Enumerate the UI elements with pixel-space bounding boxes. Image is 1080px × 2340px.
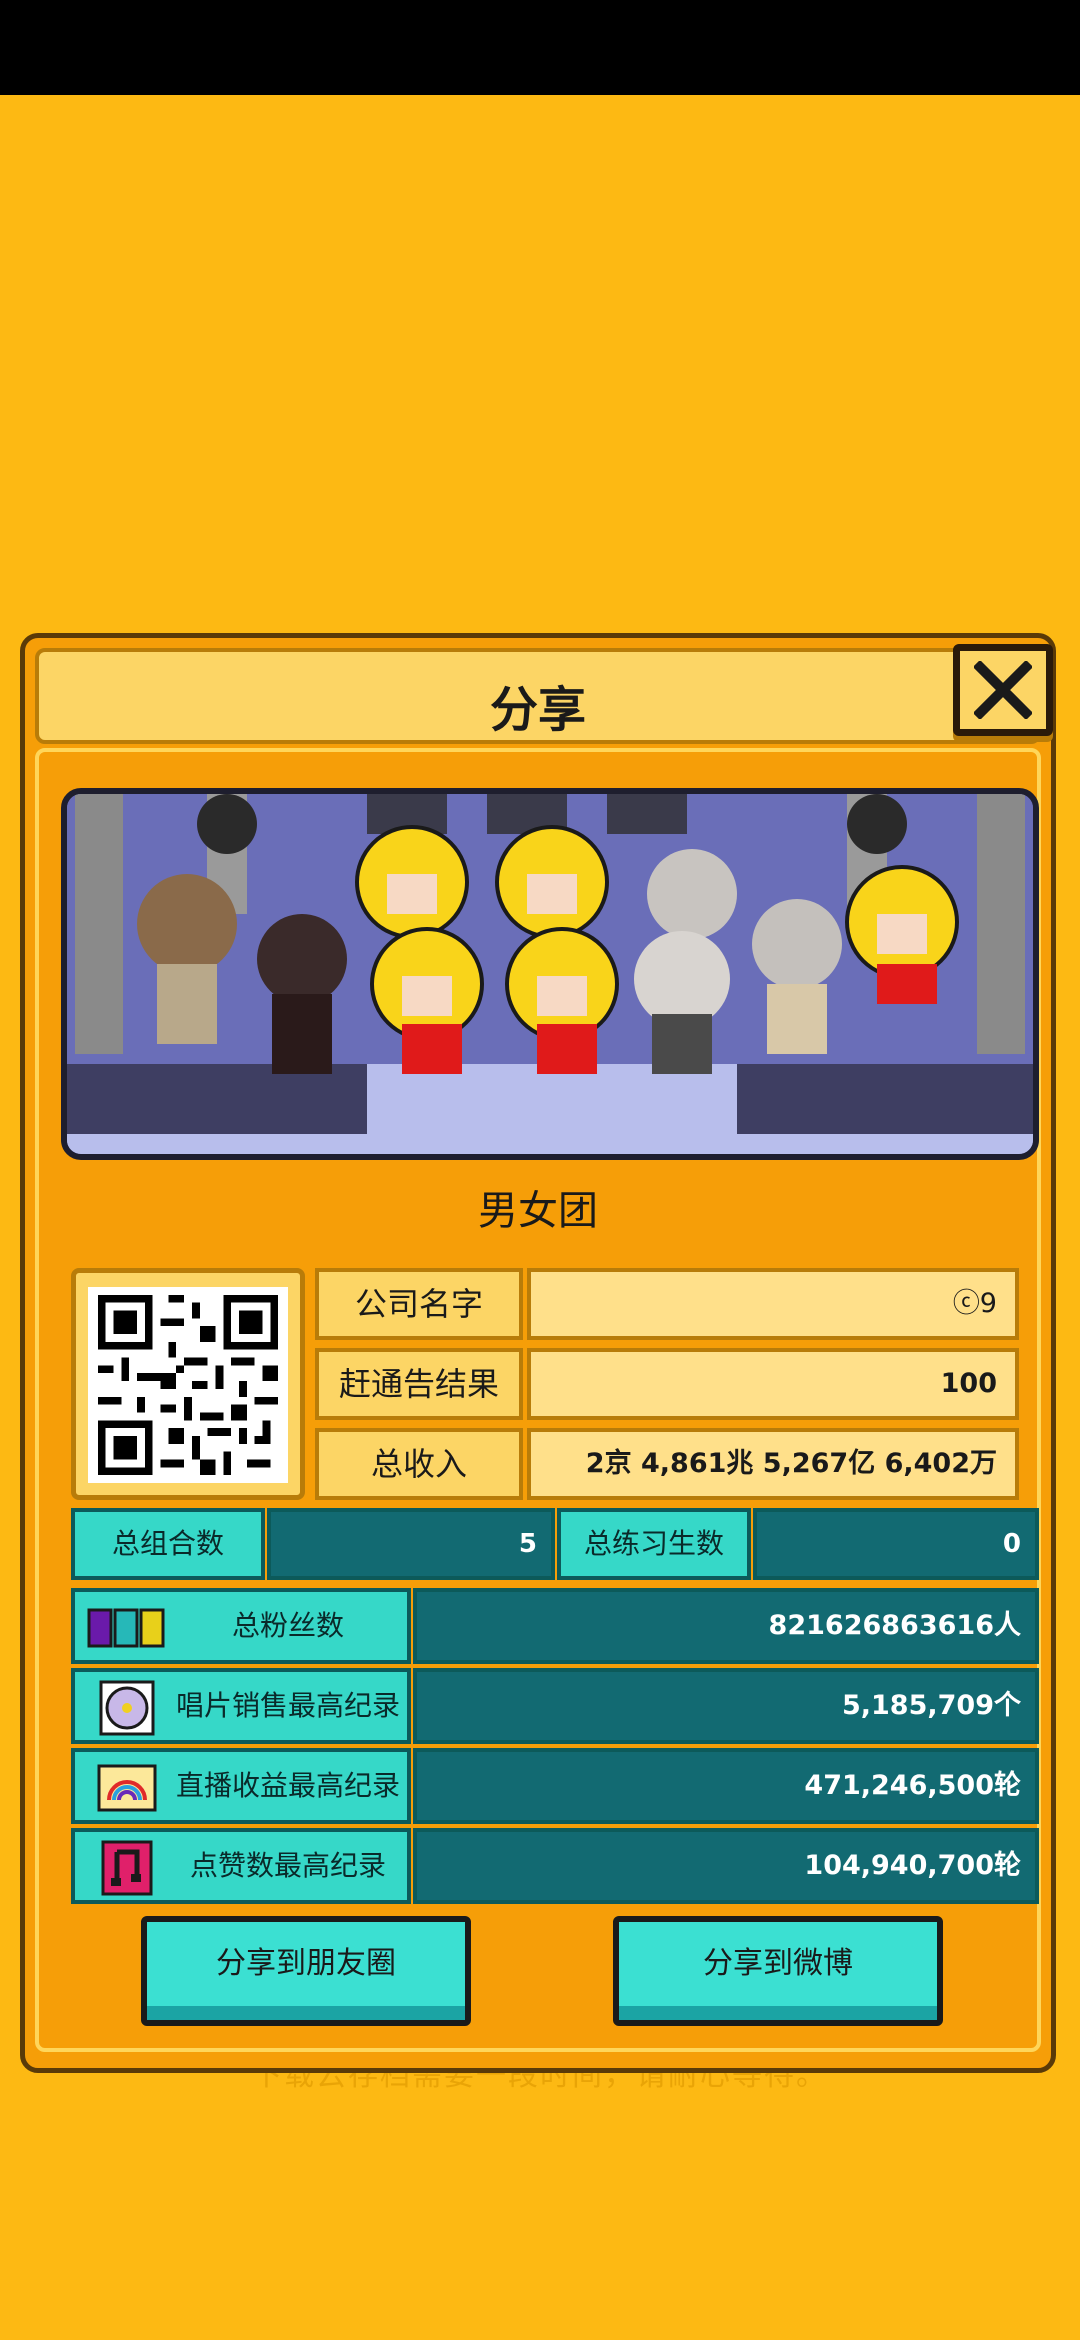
group-banner-image [61,788,1039,1160]
company-name-label: 公司名字 [315,1268,523,1340]
fans-label: 总粉丝数 [231,1609,344,1642]
total-income-label: 总收入 [315,1428,523,1500]
album-sales-label-cell: 唱片销售最高纪录 [71,1668,411,1744]
dialog-title-bar: 分享 [35,644,1053,744]
schedule-result-value: 100 [527,1348,1019,1420]
company-name-value: ⓒ9 [527,1268,1019,1340]
close-icon [974,661,1032,719]
live-income-label-cell: 直播收益最高纪录 [71,1748,411,1824]
rainbow-live-icon [87,1758,167,1822]
album-sales-label: 唱片销售最高纪录 [175,1689,400,1722]
fans-row: 总粉丝数 821626863616人 [71,1588,1039,1664]
company-name-row: 公司名字 ⓒ9 [315,1268,1019,1340]
qr-code-image [88,1287,288,1483]
schedule-result-row: 赶通告结果 100 [315,1348,1019,1420]
live-income-value: 471,246,500轮 [413,1748,1039,1824]
album-sales-value: 5,185,709个 [413,1668,1039,1744]
total-income-value: 2京 4,861兆 5,267亿 6,402万 8,718 [527,1428,1019,1543]
share-weibo-button[interactable]: 分享到微博 [613,1916,943,2026]
group-count-value: 5 [267,1508,555,1580]
share-moments-button[interactable]: 分享到朋友圈 [141,1916,471,2026]
album-icon [87,1678,167,1742]
likes-row: 点赞数最高纪录 104,940,700轮 [71,1828,1039,1904]
dialog-title: 分享 [489,682,586,738]
fans-label-cell: 总粉丝数 [71,1588,411,1664]
group-name: 男女团 [478,1188,598,1234]
likes-label: 点赞数最高纪录 [189,1849,386,1882]
fans-value: 821626863616人 [413,1588,1039,1664]
fans-icon [87,1598,167,1662]
music-note-icon [87,1838,167,1902]
trainee-count-block: 总练习生数 0 [557,1508,1039,1580]
likes-label-cell: 点赞数最高纪录 [71,1828,411,1904]
status-bar [0,0,1080,95]
qr-code-panel [71,1268,305,1500]
live-income-label: 直播收益最高纪录 [175,1769,400,1802]
schedule-result-label: 赶通告结果 [315,1348,523,1420]
trainee-count-label: 总练习生数 [557,1508,751,1580]
close-button[interactable] [953,644,1053,736]
group-count-block: 总组合数 5 [71,1508,555,1580]
trainee-count-value: 0 [753,1508,1039,1580]
album-sales-row: 唱片销售最高纪录 5,185,709个 [71,1668,1039,1744]
share-dialog: 分享 男女团 公司名字 ⓒ9 赶通告结果 100 总收入 2京 4,861兆 5… [20,633,1056,2073]
group-count-label: 总组合数 [71,1508,265,1580]
total-income-row: 总收入 2京 4,861兆 5,267亿 6,402万 8,718 [315,1428,1019,1543]
likes-value: 104,940,700轮 [413,1828,1039,1904]
live-income-row: 直播收益最高纪录 471,246,500轮 [71,1748,1039,1824]
